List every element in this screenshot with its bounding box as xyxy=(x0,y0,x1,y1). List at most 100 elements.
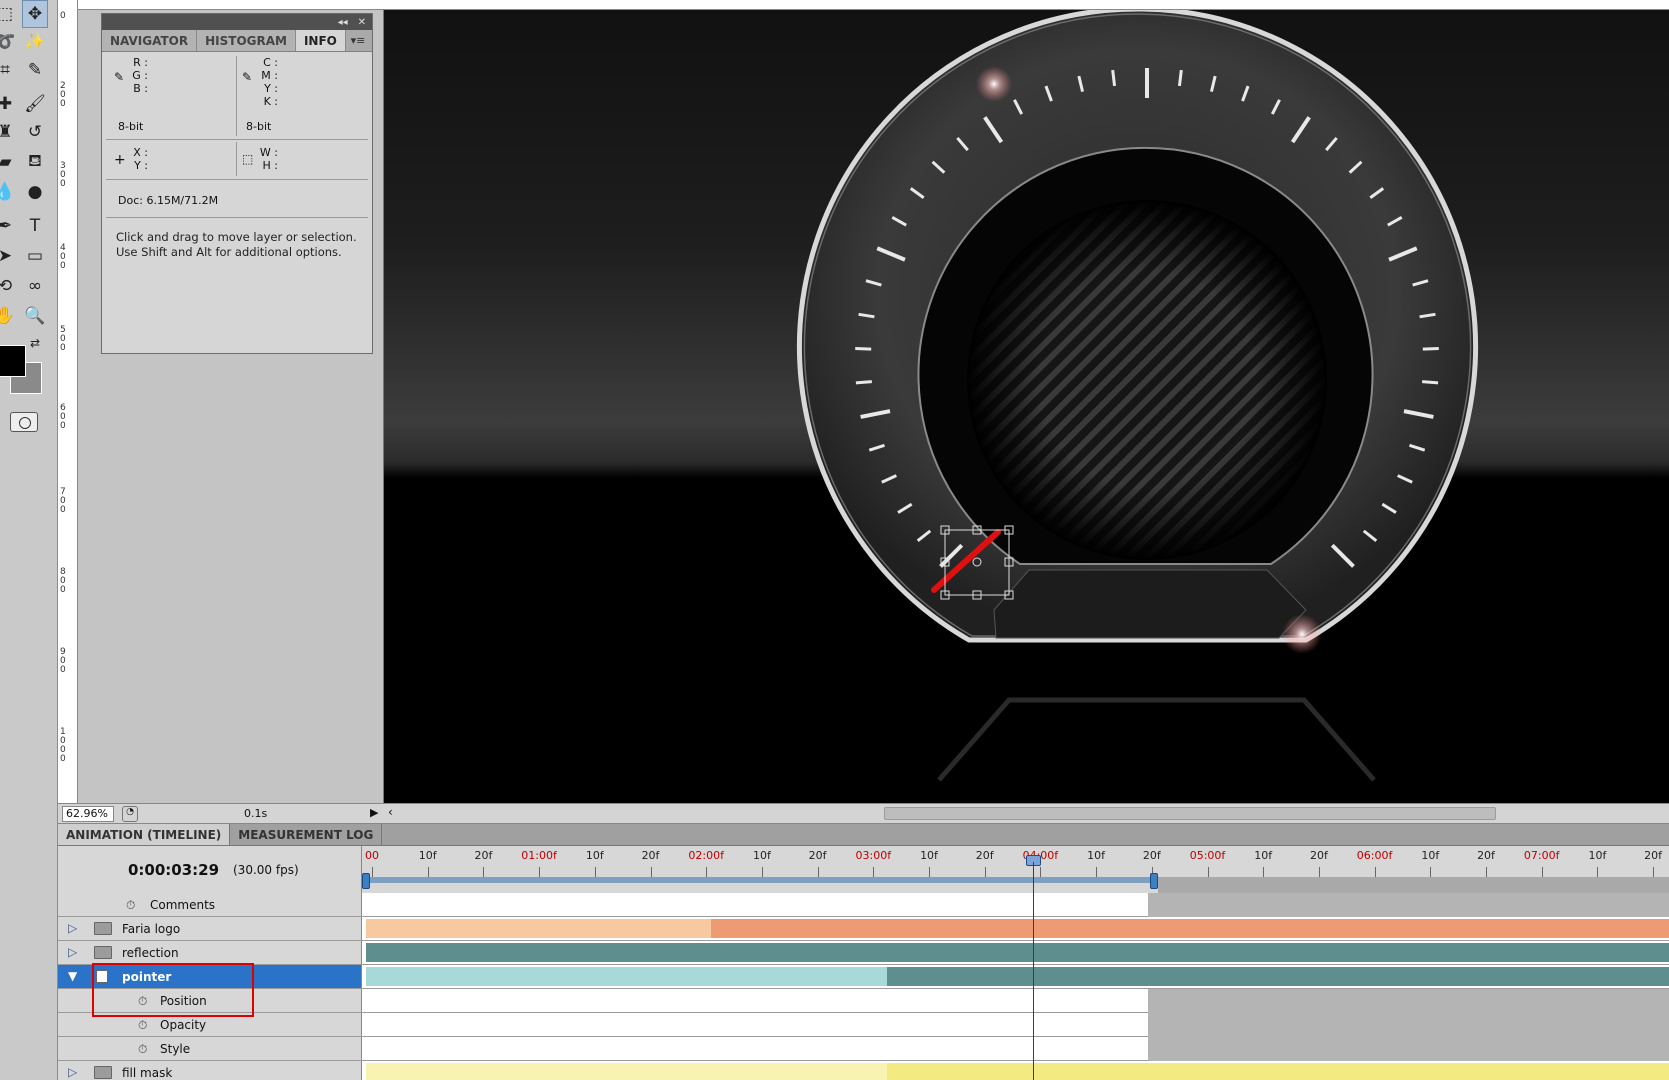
work-area-bar[interactable] xyxy=(366,877,1154,883)
ruler-label: 800 xyxy=(60,567,66,595)
timeline-layer-row[interactable]: ⏱ Style xyxy=(58,1037,1669,1061)
layer-name-cell[interactable]: ▷ fill mask xyxy=(58,1061,362,1080)
timeline-layer-row[interactable]: ▷ reflection xyxy=(58,941,1669,965)
layer-name-cell[interactable]: ▷ reflection xyxy=(58,941,362,964)
layer-duration-bar[interactable] xyxy=(366,967,888,986)
timeline-ruler-label: 10f xyxy=(752,849,771,862)
timeline-ruler-label: 10f xyxy=(1087,849,1106,862)
timeline-ruler-tick xyxy=(1263,867,1265,877)
eraser-tool-icon[interactable]: ▰ xyxy=(0,148,18,176)
layer-track[interactable] xyxy=(362,941,1669,964)
document-canvas[interactable] xyxy=(384,10,1669,803)
stopwatch-icon[interactable]: ⏱ xyxy=(126,898,135,913)
timeline-ruler-label: 20f xyxy=(1309,849,1328,862)
timeline-ruler[interactable]: 00 10f 20f 01:00f 10f 20f 02:00f 10f 20f 03:00f 10… xyxy=(362,846,1669,893)
layer-track[interactable] xyxy=(362,1037,1669,1061)
lasso-tool-icon[interactable]: ➰ xyxy=(0,28,18,56)
expand-triangle-icon[interactable]: ▷ xyxy=(68,945,77,959)
timeline-ruler-label: 02:00f xyxy=(688,849,724,862)
layer-name-cell[interactable]: ⏱ Style xyxy=(58,1037,362,1060)
paint-bucket-tool-icon[interactable]: ⛾ xyxy=(22,148,48,176)
move-tool-icon[interactable]: ✥ xyxy=(22,0,48,28)
crop-tool-icon[interactable]: ⌗ xyxy=(0,56,18,84)
pen-tool-icon[interactable]: ✒ xyxy=(0,212,18,240)
photoshop-window: ⬚ ✥ ➰ ✨ ⌗ ✎ ✚ 🖌 ♜ ↺ ▰ ⛾ 💧 ● ✒ T ➤ ▭ ⟲ ∞ … xyxy=(0,0,1669,1080)
layer-track[interactable] xyxy=(362,893,1669,917)
marquee-tool-icon[interactable]: ⬚ xyxy=(0,0,18,28)
gauge-tick xyxy=(1422,347,1439,351)
horizontal-scrollbar-thumb[interactable] xyxy=(884,807,1496,820)
blur-tool-icon[interactable]: 💧 xyxy=(0,178,18,206)
timeline-layer-row[interactable]: ⏱ Opacity xyxy=(58,1013,1669,1037)
timeline-layer-row[interactable]: ▷ fill mask xyxy=(58,1061,1669,1080)
zoom-tool-icon[interactable]: 🔍 xyxy=(22,302,48,330)
collapse-icon[interactable]: ◂◂ xyxy=(338,17,348,28)
path-selection-tool-icon[interactable]: ➤ xyxy=(0,242,18,270)
swap-colors-icon[interactable]: ⇄ xyxy=(26,334,44,352)
close-icon[interactable]: ✕ xyxy=(358,17,366,28)
tab-animation-timeline[interactable]: ANIMATION (TIMELINE) xyxy=(58,824,231,845)
layer-duration-bar[interactable] xyxy=(711,919,1669,938)
stopwatch-icon[interactable]: ⏱ xyxy=(138,1042,147,1057)
foreground-color-swatch[interactable] xyxy=(0,345,26,377)
magic-wand-tool-icon[interactable]: ✨ xyxy=(22,28,48,56)
timeline-layer-row[interactable]: ▼ pointer xyxy=(58,965,1669,989)
scroll-left-icon[interactable]: ‹ xyxy=(388,805,393,819)
expand-triangle-icon[interactable]: ▷ xyxy=(68,1065,77,1079)
tab-measurement-log[interactable]: MEASUREMENT LOG xyxy=(230,824,383,845)
layer-track[interactable] xyxy=(362,1061,1669,1080)
shape-tool-icon[interactable]: ▭ xyxy=(22,242,48,270)
work-area-end-handle[interactable] xyxy=(1150,873,1158,889)
layer-track[interactable] xyxy=(362,1013,1669,1037)
history-brush-tool-icon[interactable]: ↺ xyxy=(22,118,48,146)
healing-brush-tool-icon[interactable]: ✚ xyxy=(0,90,18,118)
layer-duration-bar[interactable] xyxy=(366,919,712,938)
status-options-icon[interactable]: ◔ xyxy=(122,806,138,822)
panel-menu-icon[interactable]: ▾≡ xyxy=(348,34,368,48)
timeline-ruler-label: 10f xyxy=(418,849,437,862)
timeline-ruler-label: 10f xyxy=(1588,849,1607,862)
layer-name-cell[interactable]: ⏱ Comments xyxy=(58,893,362,916)
clone-stamp-tool-icon[interactable]: ♜ xyxy=(0,118,18,146)
layer-duration-bar[interactable] xyxy=(366,1063,888,1080)
timeline-layer-row[interactable]: ⏱ Comments xyxy=(58,893,1669,917)
layer-name-cell[interactable]: ▷ Faria logo xyxy=(58,917,362,940)
timeline-layer-row[interactable]: ▷ Faria logo xyxy=(58,917,1669,941)
work-area-start-handle[interactable] xyxy=(362,873,370,889)
panel-titlebar[interactable]: ◂◂ ✕ xyxy=(102,14,372,30)
tab-histogram[interactable]: HISTOGRAM xyxy=(197,30,296,51)
outside-work-area xyxy=(1147,1037,1669,1061)
collapse-triangle-icon[interactable]: ▼ xyxy=(68,969,77,983)
tab-info[interactable]: INFO xyxy=(295,30,346,51)
annotation-highlight-box xyxy=(92,963,254,1017)
zoom-level-field[interactable]: 62.96% xyxy=(62,806,114,822)
timeline-ruler-label: 20f xyxy=(1142,849,1161,862)
hand-tool-icon[interactable]: ✋ xyxy=(0,302,18,330)
layer-track[interactable] xyxy=(362,989,1669,1013)
layer-duration-bar[interactable] xyxy=(366,943,1669,962)
eyedropper-tool-icon[interactable]: ✎ xyxy=(22,56,48,84)
brush-tool-icon[interactable]: 🖌 xyxy=(22,90,48,118)
tab-navigator[interactable]: NAVIGATOR xyxy=(102,30,198,51)
current-time[interactable]: 0:00:03:29 xyxy=(128,861,219,879)
expand-triangle-icon[interactable]: ▷ xyxy=(68,921,77,935)
timeline-ruler-label: 20f xyxy=(808,849,827,862)
folder-icon xyxy=(94,946,112,959)
layer-duration-bar[interactable] xyxy=(887,967,1669,986)
stopwatch-icon[interactable]: ⏱ xyxy=(138,1018,147,1033)
status-menu-arrow-icon[interactable]: ▶ xyxy=(370,806,378,819)
dodge-tool-icon[interactable]: ● xyxy=(22,178,48,206)
timeline-ruler-tick xyxy=(594,867,596,877)
type-tool-icon[interactable]: T xyxy=(22,212,48,240)
3d-rotate-tool-icon[interactable]: ⟲ xyxy=(0,272,18,300)
layer-duration-bar[interactable] xyxy=(887,1063,1669,1080)
quick-mask-button[interactable] xyxy=(10,412,38,432)
3d-orbit-tool-icon[interactable]: ∞ xyxy=(22,272,48,300)
layer-track[interactable] xyxy=(362,965,1669,988)
ruler-label: 700 xyxy=(60,487,66,515)
layer-track[interactable] xyxy=(362,917,1669,940)
timeline-layer-row[interactable]: ⏱ Position xyxy=(58,989,1669,1013)
panel-tabs: NAVIGATOR HISTOGRAM INFO ▾≡ xyxy=(102,30,372,52)
timeline-ruler-tick xyxy=(929,867,930,877)
timeline-ruler-tick xyxy=(1486,867,1487,877)
